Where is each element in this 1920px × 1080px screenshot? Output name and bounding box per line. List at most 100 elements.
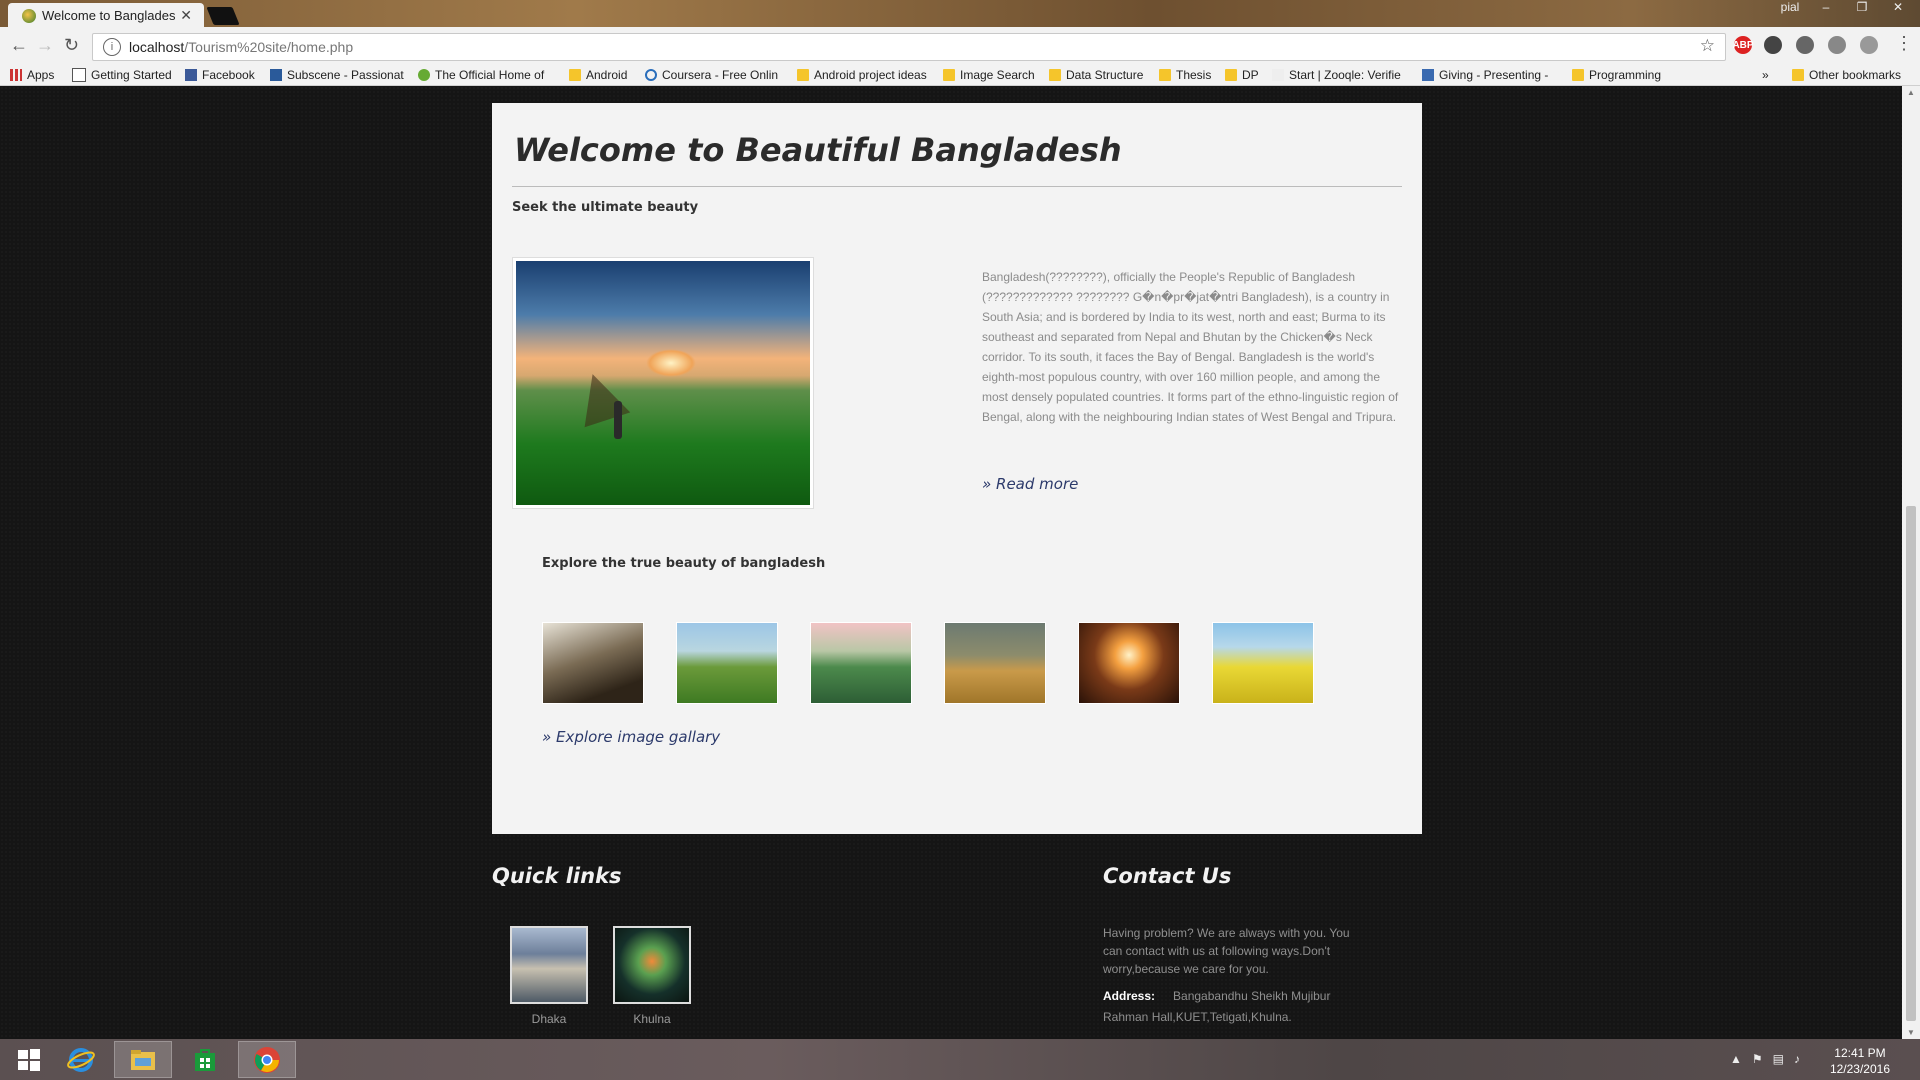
windows-start-icon[interactable] xyxy=(0,1041,58,1078)
bookmark-dp[interactable]: DP xyxy=(1225,68,1259,82)
contact-address: Address: Bangabandhu Sheikh Mujibur Rahma… xyxy=(1103,986,1363,1028)
folder-icon xyxy=(797,69,809,81)
quick-links-title: Quick links xyxy=(492,864,622,888)
bookmark-giving[interactable]: Giving - Presenting - xyxy=(1422,68,1557,82)
folder-icon xyxy=(569,69,581,81)
search-extension-icon[interactable] xyxy=(1860,36,1878,54)
menu-icon[interactable]: ⋮ xyxy=(1895,33,1913,54)
contact-us-title: Contact Us xyxy=(1103,864,1232,888)
read-more-link[interactable]: » Read more xyxy=(982,475,1078,493)
bookmark-programming[interactable]: Programming xyxy=(1572,68,1661,82)
store-icon[interactable] xyxy=(176,1041,234,1078)
gallery-thumbnail[interactable] xyxy=(1078,622,1180,704)
adblock-extension-icon[interactable]: ABP xyxy=(1732,36,1754,54)
site-info-icon[interactable]: i xyxy=(103,38,121,56)
clock-date: 12/23/2016 xyxy=(1829,1062,1890,1076)
gallery-thumbnail[interactable] xyxy=(810,622,912,704)
extension-2-icon[interactable] xyxy=(1828,36,1846,54)
dhaka-thumbnail xyxy=(510,926,588,1004)
chrome-icon[interactable] xyxy=(238,1041,296,1078)
extension-icon[interactable] xyxy=(1764,36,1782,54)
gallery-thumbnail[interactable] xyxy=(944,622,1046,704)
title-divider xyxy=(512,186,1402,187)
gallery-thumbnail[interactable] xyxy=(676,622,778,704)
site-icon xyxy=(1272,69,1284,81)
bookmark-getting-started[interactable]: Getting Started xyxy=(72,68,172,82)
hero-image-fisherman-sunrise xyxy=(516,261,810,505)
quick-link-khulna[interactable]: Khulna xyxy=(613,926,691,1026)
tab-close-icon[interactable]: ✕ xyxy=(180,7,192,24)
address-bar[interactable]: i localhost /Tourism%20site/home.php ☆ xyxy=(92,33,1726,61)
file-explorer-icon[interactable] xyxy=(114,1041,172,1078)
site-icon xyxy=(418,69,430,81)
quick-link-label: Dhaka xyxy=(531,1012,567,1026)
window-controls: pial – ❐ ✕ xyxy=(1778,0,1910,14)
bookmark-thesis[interactable]: Thesis xyxy=(1159,68,1211,82)
bookmark-apps[interactable]: Apps xyxy=(10,68,54,82)
bookmark-star-icon[interactable]: ☆ xyxy=(1700,36,1715,56)
gallery-thumbnail[interactable] xyxy=(542,622,644,704)
browser-tab[interactable]: Welcome to Bangladesh ✕ xyxy=(8,3,204,28)
contact-text: Having problem? We are always with you. … xyxy=(1103,926,1350,976)
internet-explorer-icon[interactable] xyxy=(52,1041,110,1078)
bookmark-zooqle[interactable]: Start | Zooqle: Verifie xyxy=(1272,68,1412,82)
bookmark-coursera[interactable]: Coursera - Free Onlin xyxy=(645,68,785,82)
new-tab-button[interactable] xyxy=(206,7,240,25)
main-content-panel: Welcome to Beautiful Bangladesh Seek the… xyxy=(492,103,1422,834)
scrollbar-thumb[interactable] xyxy=(1906,506,1916,1021)
window-titlebar: Welcome to Bangladesh ✕ pial – ❐ ✕ xyxy=(0,0,1920,28)
folder-icon xyxy=(1792,69,1804,81)
cloud-extension-icon[interactable] xyxy=(1796,36,1814,54)
system-tray-icons[interactable]: ▲⚑▤♪ xyxy=(1730,1052,1810,1066)
bookmark-data-structure[interactable]: Data Structure xyxy=(1049,68,1143,82)
back-icon[interactable]: ← xyxy=(10,35,28,56)
restore-icon[interactable]: ❐ xyxy=(1850,0,1874,14)
bookmark-subscene[interactable]: Subscene - Passionat xyxy=(270,68,405,82)
tab-title: Welcome to Bangladesh xyxy=(42,8,177,23)
bookmark-other-bookmarks[interactable]: Other bookmarks xyxy=(1792,68,1901,82)
tab-favicon-icon xyxy=(22,8,36,23)
bookmark-facebook[interactable]: Facebook xyxy=(185,68,255,82)
reload-icon[interactable]: ↻ xyxy=(64,35,79,56)
bookmark-image-search[interactable]: Image Search xyxy=(943,68,1035,82)
folder-icon xyxy=(1225,69,1237,81)
address-label: Address: xyxy=(1103,989,1156,1003)
scroll-down-icon[interactable]: ▼ xyxy=(1907,1028,1915,1037)
user-profile-name[interactable]: pial xyxy=(1778,0,1802,14)
bookmark-android[interactable]: Android xyxy=(569,68,627,82)
browser-toolbar: ← → ↻ i localhost /Tourism%20site/home.p… xyxy=(0,27,1920,66)
page-viewport: Welcome to Beautiful Bangladesh Seek the… xyxy=(0,86,1902,1039)
khulna-thumbnail xyxy=(613,926,691,1004)
bookmarks-bar: Apps Getting Started Facebook Subscene -… xyxy=(0,65,1920,86)
close-window-icon[interactable]: ✕ xyxy=(1886,0,1910,14)
page-subtitle: Seek the ultimate beauty xyxy=(512,200,699,215)
folder-icon xyxy=(1159,69,1171,81)
bookmark-android-project-ideas[interactable]: Android project ideas xyxy=(797,68,927,82)
windows-taskbar: ▲⚑▤♪ 12:41 PM 12/23/2016 xyxy=(0,1039,1920,1080)
page-title: Welcome to Beautiful Bangladesh xyxy=(514,131,1122,169)
hero-image xyxy=(512,257,814,509)
forward-icon[interactable]: → xyxy=(36,35,54,56)
coursera-icon xyxy=(645,69,657,81)
minimize-icon[interactable]: – xyxy=(1814,0,1838,14)
facebook-icon xyxy=(185,69,197,81)
explore-gallery-link[interactable]: » Explore image gallary xyxy=(542,728,720,746)
scroll-up-icon[interactable]: ▲ xyxy=(1907,88,1915,97)
url-path: /Tourism%20site/home.php xyxy=(184,39,354,55)
taskbar-clock[interactable]: 12:41 PM 12/23/2016 xyxy=(1830,1045,1890,1077)
page-icon xyxy=(72,68,86,82)
explore-heading: Explore the true beauty of bangladesh xyxy=(542,556,826,571)
folder-icon xyxy=(1572,69,1584,81)
site-icon xyxy=(1422,69,1434,81)
quick-link-dhaka[interactable]: Dhaka xyxy=(510,926,588,1026)
bookmarks-overflow-icon[interactable]: » xyxy=(1762,68,1769,82)
apps-grid-icon xyxy=(10,69,22,81)
country-description: Bangladesh(????????), officially the Peo… xyxy=(982,270,1399,424)
folder-icon xyxy=(943,69,955,81)
clock-time: 12:41 PM xyxy=(1834,1046,1886,1060)
page-scrollbar[interactable]: ▲ ▼ xyxy=(1902,86,1920,1039)
gallery-thumbnail[interactable] xyxy=(1212,622,1314,704)
folder-icon xyxy=(1049,69,1061,81)
bookmark-official-home[interactable]: The Official Home of xyxy=(418,68,553,82)
url-host: localhost xyxy=(129,39,185,55)
